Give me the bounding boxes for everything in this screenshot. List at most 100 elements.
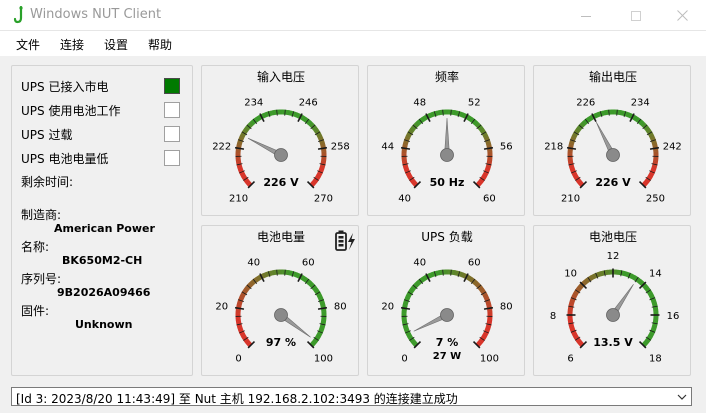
gauge-arc-segment: [629, 273, 634, 280]
gauge-tick-label: 48: [413, 98, 426, 109]
close-button[interactable]: [660, 0, 705, 31]
menu-help[interactable]: 帮助: [148, 36, 172, 53]
gauge-arc-segment: [582, 280, 587, 286]
gauge-arc-segment: [403, 140, 409, 145]
gauge-minor-tick: [276, 269, 278, 276]
gauge-arc-segment: [414, 121, 420, 127]
gauge-arc-segment: [238, 135, 245, 140]
gauge-arc-segment: [316, 292, 322, 297]
gauge-readout: 97 %: [266, 336, 296, 349]
gauge-arc-segment: [247, 122, 253, 128]
gauge-tick-label: 56: [500, 142, 513, 153]
status-indicator-overload: [164, 126, 180, 142]
gauge-arc-segment: [478, 126, 484, 132]
gauge-battery-voltage: 电池电压 6 8 10 12 14 16 18 13.5 V: [533, 225, 691, 376]
gauge-arc-segment: [404, 328, 410, 333]
gauge-tick-label: 16: [667, 311, 680, 322]
gauge-arc-segment: [476, 181, 482, 187]
gauge-arc-segment: [306, 279, 311, 285]
gauge-tick-label: 6: [567, 353, 573, 364]
chevron-down-icon[interactable]: [675, 390, 689, 404]
gauge-arc-segment: [477, 285, 483, 291]
gauge-arc-segment: [237, 140, 243, 145]
gauge-arc-segment: [317, 294, 323, 299]
gauge-arc-segment: [573, 290, 579, 296]
manufacturer-value: American Power: [54, 222, 155, 235]
gauge-arc-segment: [313, 288, 319, 293]
maximize-button[interactable]: [613, 0, 658, 31]
gauge-arc-segment: [474, 281, 480, 287]
gauge-arc-segment: [649, 134, 655, 139]
gauge-arc-segment: [466, 115, 472, 121]
gauge-arc-segment: [473, 120, 479, 126]
gauge-needle-hub: [274, 308, 288, 322]
gauge-arc-segment: [484, 169, 490, 173]
gauge-arc-segment: [313, 128, 319, 133]
gauge-arc-segment: [569, 325, 575, 330]
gauge-arc-segment: [240, 173, 246, 178]
gauge-arc-segment: [628, 112, 633, 119]
gauge-arc-segment: [404, 297, 410, 301]
gauge-arc-segment: [586, 117, 591, 123]
gauge-arc-segment: [403, 325, 409, 330]
gauge-arc-segment: [648, 331, 655, 336]
gauge-tick-label: 40: [247, 258, 260, 269]
gauge-arc-segment: [482, 132, 488, 137]
gauge-arc-segment: [569, 165, 575, 170]
gauge-arc-segment: [309, 122, 315, 128]
minimize-button[interactable]: [563, 0, 608, 31]
menu-file[interactable]: 文件: [16, 36, 40, 53]
gauge-battery-charge: 电池电量 0 20 40 60 80 100 97 %: [201, 225, 359, 376]
gauge-arc-segment: [405, 294, 412, 299]
gauge-arc-segment: [459, 111, 463, 118]
gauge-arc-segment: [318, 169, 324, 173]
gauge-arc-segment: [315, 334, 321, 340]
gauge-arc-segment: [237, 327, 244, 331]
gauge-arc-segment: [569, 300, 575, 305]
status-row-low-battery: UPS 电池电量低: [21, 149, 108, 167]
gauge-arc-segment: [317, 134, 323, 139]
log-dropdown[interactable]: [Id 3: 2023/8/20 11:43:49] 至 Nut 主机 192.…: [11, 387, 692, 406]
gauge-arc-segment: [312, 286, 318, 292]
model-value: BK650M2-CH: [62, 254, 143, 267]
gauge-arc-segment: [571, 331, 577, 336]
gauge-arc-segment: [312, 126, 318, 132]
firmware-value: Unknown: [75, 318, 133, 331]
gauge-readout: 226 V: [263, 176, 299, 189]
gauge-arc-segment: [316, 132, 322, 137]
gauge-arc-segment: [257, 275, 262, 281]
gauge-arc-segment: [472, 119, 477, 125]
gauge-tick-label: 210: [561, 193, 580, 204]
gauge-arc-segment: [650, 327, 657, 331]
gauge-tick-label: 258: [331, 142, 350, 153]
gauge-arc-segment: [238, 168, 244, 173]
gauge-minor-tick: [442, 269, 444, 276]
gauge-arc-segment: [584, 278, 590, 284]
gauge-arc-segment: [429, 112, 434, 118]
gauge-arc-segment: [469, 277, 474, 283]
maximize-icon: [630, 10, 641, 21]
gauge-arc-segment: [482, 292, 488, 297]
gauge-arc-segment: [476, 341, 482, 347]
gauge-arc-segment: [407, 334, 413, 339]
gauge-arc-segment: [250, 280, 255, 286]
gauge-arc-segment: [484, 329, 490, 333]
gauge-arc-segment: [646, 129, 652, 135]
gauge-tick-label: 226: [576, 98, 595, 109]
gauge-arc-segment: [632, 115, 638, 121]
gauge-arc-segment: [480, 289, 486, 295]
menu-connect[interactable]: 连接: [60, 36, 84, 53]
gauge-arc-segment: [296, 272, 301, 279]
gauge-arc-segment: [239, 294, 246, 299]
menu-settings[interactable]: 设置: [104, 36, 128, 53]
gauge-arc-segment: [411, 125, 417, 130]
gauge-tick-label: 60: [468, 258, 481, 269]
gauge-arc-segment: [239, 171, 245, 176]
gauge-arc-segment: [462, 112, 467, 119]
gauge-arc-segment: [312, 178, 318, 184]
gauge-arc-segment: [416, 280, 421, 286]
gauge-arc-segment: [461, 112, 465, 118]
status-label: UPS 已接入市电: [21, 79, 109, 94]
gauge-arc-segment: [625, 271, 629, 278]
gauge-tick-label: 210: [229, 193, 248, 204]
